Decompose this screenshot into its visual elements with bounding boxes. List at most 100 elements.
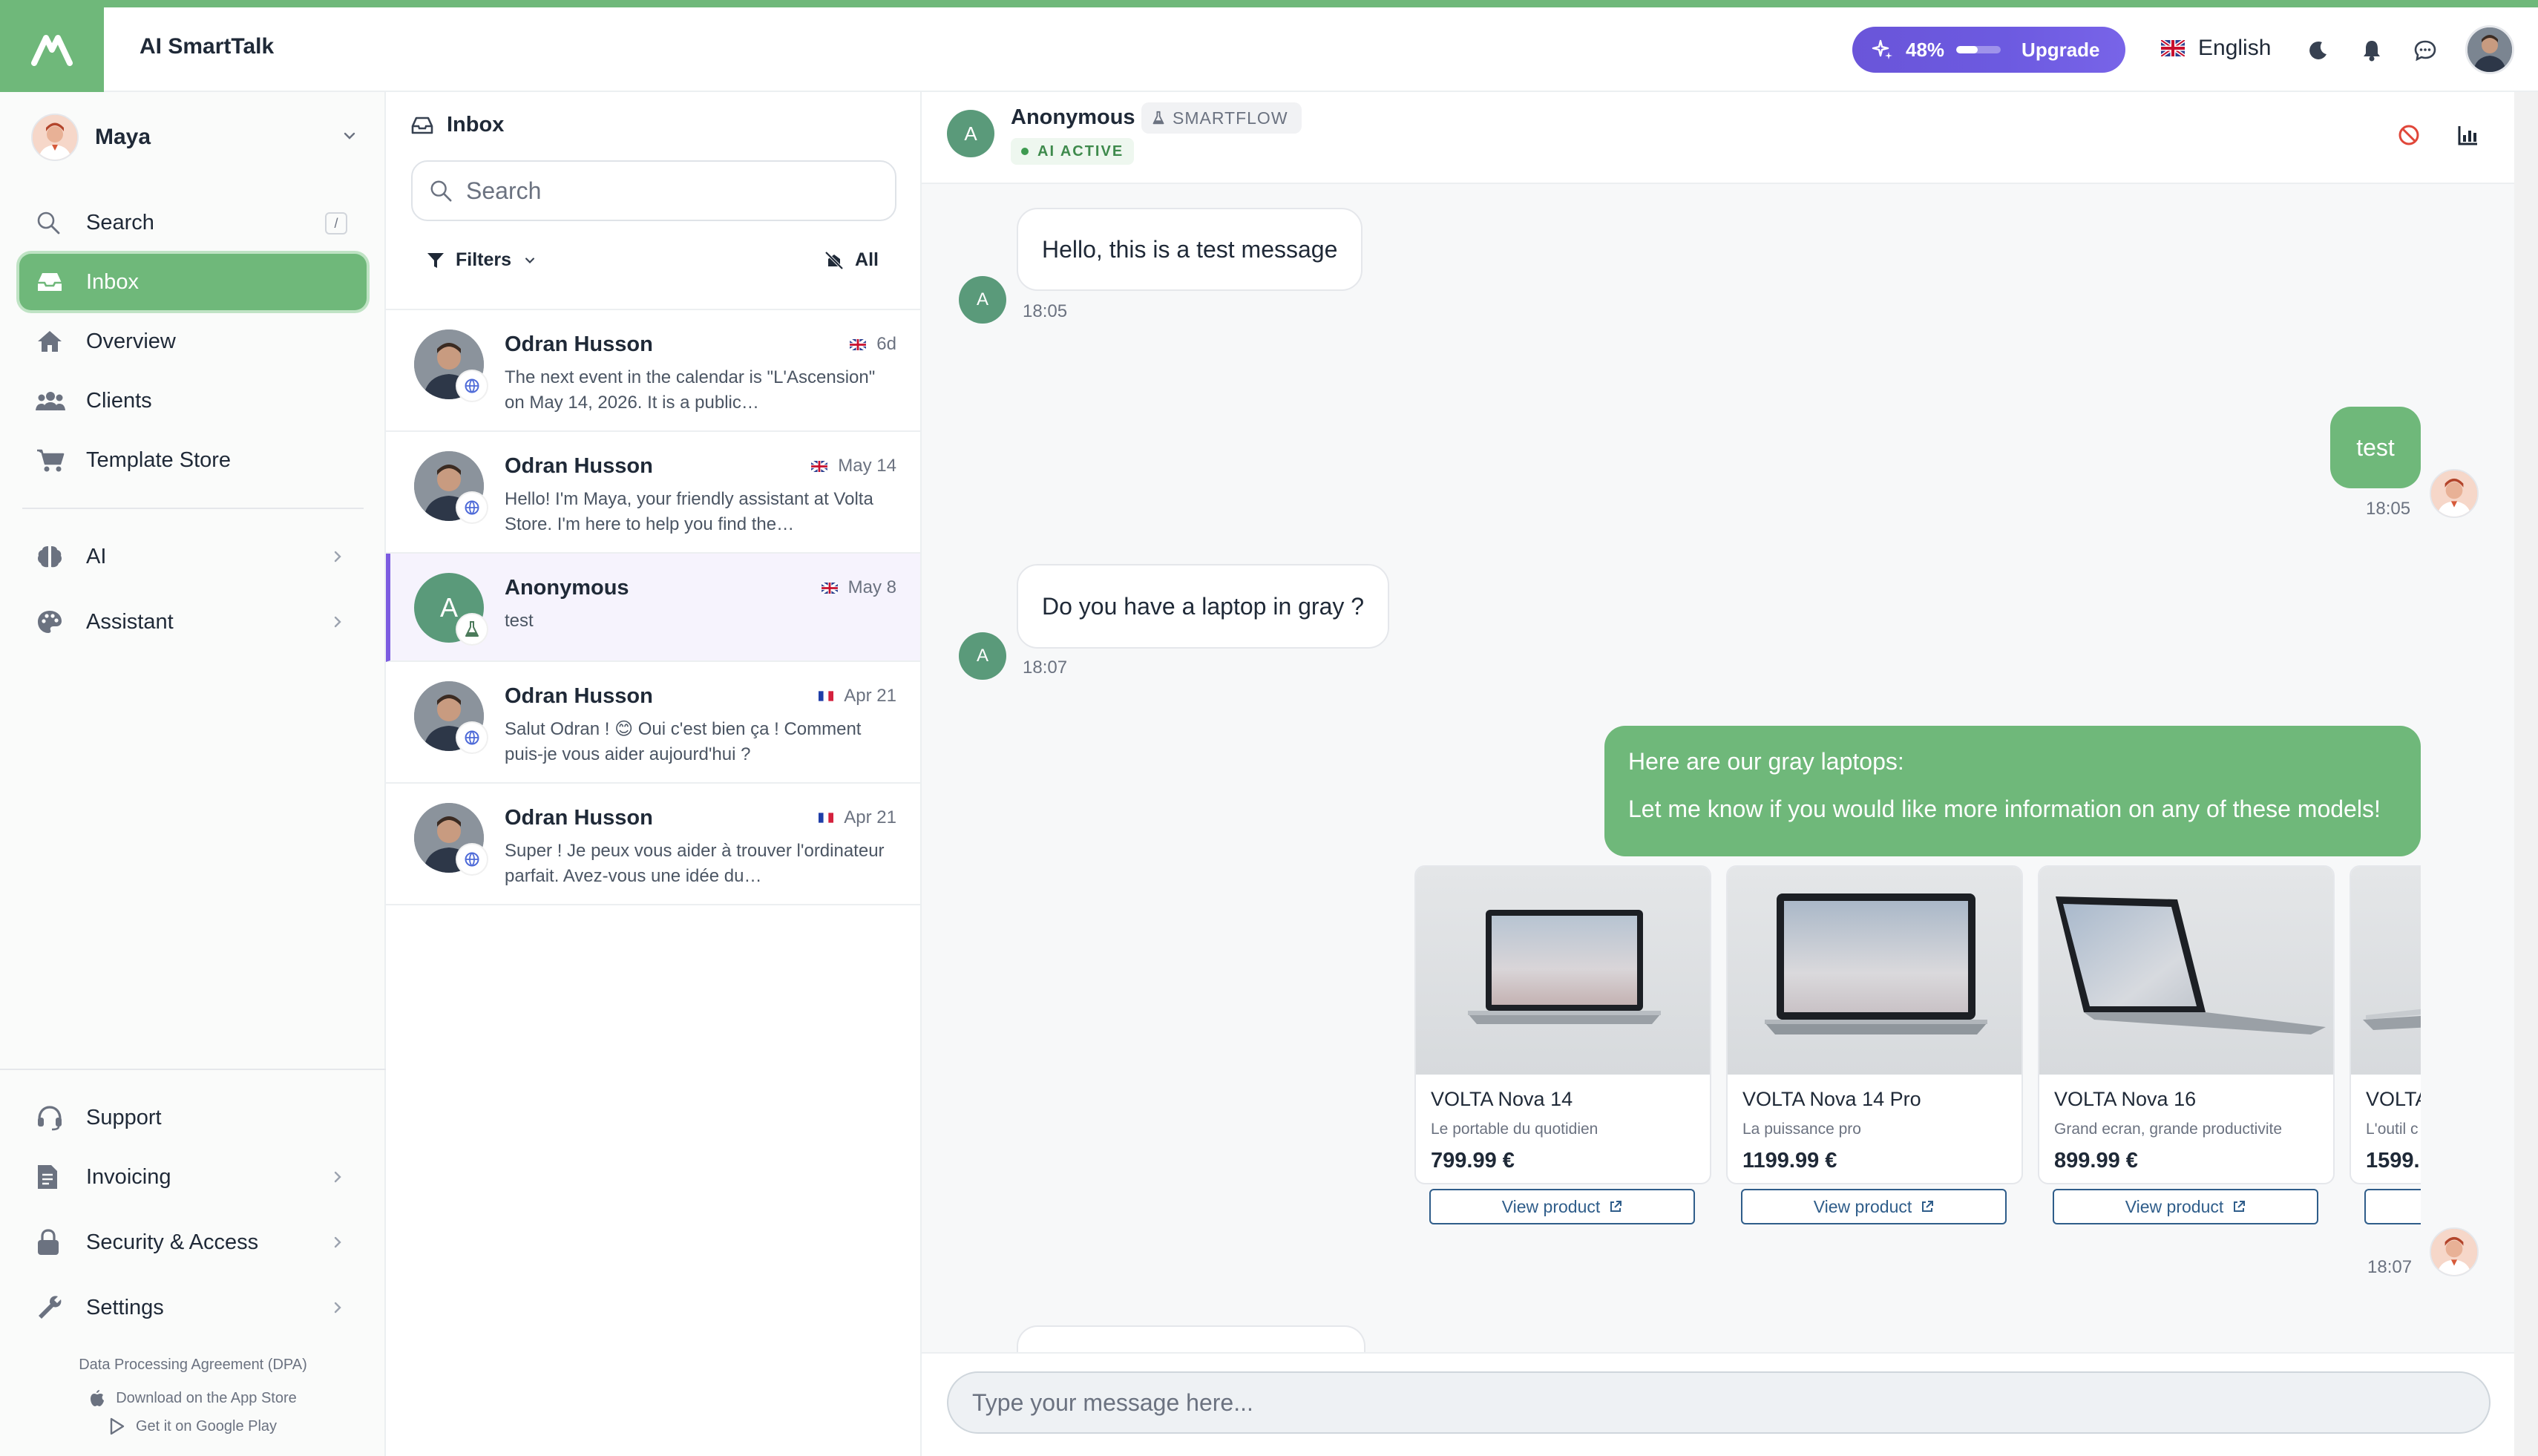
upgrade-button[interactable]: 48% Upgrade (1852, 27, 2125, 73)
top-accent-bar (0, 0, 2538, 7)
conversation-time: May 8 (847, 577, 896, 597)
page-scrollbar[interactable] (2514, 92, 2538, 1456)
product-subtitle: La puissance pro (1742, 1121, 1861, 1138)
sidebar-item-overview[interactable]: Overview (19, 313, 367, 370)
view-product-button-partial[interactable] (2364, 1189, 2421, 1224)
message-line: Let me know if you would like more infor… (1628, 796, 2381, 822)
sidebar-item-security[interactable]: Security & Access (19, 1214, 367, 1270)
flask-icon (457, 614, 487, 644)
filter-icon (426, 251, 445, 270)
conversation-name: Odran Husson (505, 806, 653, 830)
message-time: 18:05 (1023, 301, 1068, 321)
chat-contact-avatar: A (947, 110, 994, 157)
inbox-title: Inbox (411, 113, 504, 137)
product-carousel[interactable]: VOLTA Nova 14 Le portable du quotidien 7… (1414, 865, 2421, 1184)
sidebar-item-inbox[interactable]: Inbox (19, 254, 367, 310)
sidebar-group-ai[interactable]: AI (19, 528, 367, 585)
chevron-down-icon (341, 128, 358, 148)
filters-button[interactable]: Filters (426, 249, 537, 271)
language-label: English (2198, 36, 2272, 60)
conversation-preview: Super ! Je peux vous aider à trouver l'o… (505, 841, 885, 886)
inbox-icon (36, 271, 68, 293)
product-subtitle: Le portable du quotidien (1431, 1121, 1598, 1138)
external-link-icon (2232, 1200, 2246, 1213)
conversation-name: Anonymous (505, 576, 629, 600)
sidebar-item-template-store[interactable]: Template Store (19, 432, 367, 488)
cart-icon (36, 447, 68, 473)
flask-icon (1152, 110, 1165, 126)
sidebar-item-label: Support (86, 1105, 162, 1129)
conversation-preview: The next event in the calendar is "L'Asc… (505, 367, 876, 413)
conversation-item-selected[interactable]: A Anonymous May 8 test (386, 554, 920, 662)
sidebar-item-settings[interactable]: Settings (19, 1279, 367, 1336)
app-logo[interactable] (0, 7, 104, 92)
conversation-item[interactable]: Odran Husson 6d The next event in the ca… (386, 310, 920, 432)
chart-icon[interactable] (2453, 120, 2483, 150)
app-store-link[interactable]: Download on the App Store (0, 1389, 386, 1407)
sidebar-item-support[interactable]: Support (19, 1089, 367, 1146)
block-icon[interactable] (2394, 120, 2424, 150)
external-link-icon (1921, 1200, 1934, 1213)
sidebar-item-label: Overview (86, 329, 176, 353)
sidebar: Maya Search / Inbox Overview Clients Tem… (0, 92, 386, 1456)
incoming-message: Do you have a laptop in gray ? (1017, 564, 1390, 649)
message-input[interactable] (972, 1388, 2442, 1417)
inbox-search-input[interactable] (466, 177, 882, 205)
contact-message-avatar: A (959, 632, 1006, 680)
sidebar-group-label: Assistant (86, 609, 174, 634)
product-price: 799.99 € (1431, 1149, 1515, 1173)
ai-off-icon (824, 250, 845, 271)
smartflow-tag: SMARTFLOW (1141, 102, 1302, 134)
incoming-message: Hello, this is a test message (1017, 208, 1363, 291)
sidebar-item-clients[interactable]: Clients (19, 373, 367, 429)
conversation-meta: Apr 21 (819, 807, 896, 828)
conversation-meta: Apr 21 (819, 686, 896, 706)
sidebar-search[interactable]: Search / (19, 194, 367, 251)
language-selector[interactable]: English (2161, 36, 2271, 61)
inbox-search[interactable] (411, 160, 896, 221)
view-product-button[interactable]: View product (1429, 1189, 1695, 1224)
sidebar-group-assistant[interactable]: Assistant (19, 594, 367, 650)
product-card[interactable]: VOLTA Nova 14 Pro La puissance pro 1199.… (1726, 865, 2023, 1184)
chat-bubble-icon[interactable] (2412, 37, 2439, 64)
product-name: VOLTA Nova 14 Pro (1742, 1088, 1921, 1110)
users-icon (36, 390, 68, 412)
composer-field[interactable] (947, 1371, 2491, 1434)
conversation-item[interactable]: Odran Husson May 14 Hello! I'm Maya, you… (386, 432, 920, 554)
chevron-right-icon (329, 1167, 346, 1191)
play-store-icon (109, 1417, 125, 1435)
view-product-button[interactable]: View product (1741, 1189, 2007, 1224)
product-name: VOLTA Nova 14 (1431, 1088, 1573, 1110)
sidebar-search-label: Search (86, 210, 154, 235)
google-play-link[interactable]: Get it on Google Play (0, 1417, 386, 1435)
agent-avatar (2430, 1227, 2479, 1276)
sidebar-item-label: Invoicing (86, 1164, 171, 1189)
app-header: AI SmartTalk 48% Upgrade English (0, 7, 2538, 92)
conversation-item[interactable]: Odran Husson Apr 21 Salut Odran ! 😊 Oui … (386, 662, 920, 784)
user-switcher[interactable]: Maya (31, 111, 358, 163)
moon-icon[interactable] (2305, 37, 2332, 64)
filter-all-label: All (855, 249, 879, 270)
conversation-item[interactable]: Odran Husson Apr 21 Super ! Je peux vous… (386, 784, 920, 905)
header-user-avatar[interactable] (2465, 25, 2514, 74)
app-title: AI SmartTalk (140, 34, 275, 59)
view-product-button[interactable]: View product (2053, 1189, 2318, 1224)
user-avatar (31, 114, 79, 161)
conversation-preview: Hello! I'm Maya, your friendly assistant… (505, 489, 873, 534)
sidebar-group-label: AI (86, 544, 107, 568)
sidebar-item-label: Template Store (86, 447, 232, 472)
sidebar-item-invoicing[interactable]: Invoicing (19, 1149, 367, 1205)
bell-icon[interactable] (2358, 37, 2385, 64)
chevron-right-icon (329, 1232, 346, 1256)
brain-icon (36, 544, 68, 569)
view-product-label: View product (1501, 1196, 1601, 1216)
product-image (1416, 867, 1710, 1075)
filter-all-button[interactable]: All (824, 249, 879, 271)
conversation-time: Apr 21 (844, 686, 896, 706)
dpa-link[interactable]: Data Processing Agreement (DPA) (0, 1357, 386, 1374)
product-card[interactable]: VOLTA Nova 16 Grand ecran, grande produc… (2038, 865, 2335, 1184)
logo-icon (31, 35, 73, 66)
globe-icon (457, 845, 487, 874)
product-card[interactable]: VOLTA L'outil c 1599. (2350, 865, 2421, 1184)
product-card[interactable]: VOLTA Nova 14 Le portable du quotidien 7… (1414, 865, 1711, 1184)
